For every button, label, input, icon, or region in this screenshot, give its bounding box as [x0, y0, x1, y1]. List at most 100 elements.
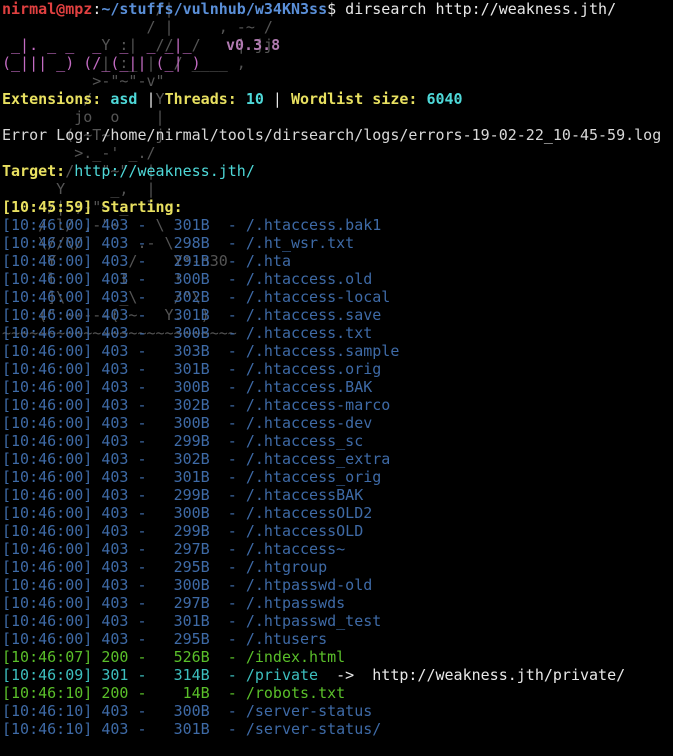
result-time: [10:46:00] [2, 558, 93, 576]
response-size: 300B [173, 414, 210, 432]
result-time: [10:46:00] [2, 540, 93, 558]
status-code: 403 [101, 396, 129, 414]
result-row: [10:46:00] 403 - 301B - /.htpasswd_test [2, 612, 382, 630]
result-time: [10:46:00] [2, 504, 93, 522]
dirsearch-logo-line1: _|. _ _ _ _ _ _|_ [2, 36, 228, 54]
status-code: 403 [101, 234, 129, 252]
response-size: 295B [173, 630, 210, 648]
result-row: [10:46:00] 403 - 300B - /.htaccess.old [2, 270, 373, 288]
result-row: [10:46:00] 403 - 301B - /.htaccess.save [2, 306, 382, 324]
result-row: [10:46:10] 403 - 301B - /server-status/ [2, 720, 382, 738]
response-size: 526B [173, 648, 210, 666]
result-row: [10:46:00] 403 - 299B - /.htaccessBAK [2, 486, 364, 504]
result-path: /server-status [245, 702, 373, 720]
status-code: 403 [101, 504, 129, 522]
result-row: [10:46:00] 403 - 302B - /.htaccess_extra [2, 450, 391, 468]
result-row: [10:46:10] 403 - 300B - /server-status [2, 702, 373, 720]
result-path: /.htaccess-local [245, 288, 391, 306]
response-size: 301B [173, 306, 210, 324]
status-code: 403 [101, 216, 129, 234]
response-size: 314B [173, 666, 210, 684]
status-code: 403 [101, 720, 129, 738]
config-sep-1: | [137, 90, 165, 108]
response-size: 300B [173, 504, 210, 522]
result-row: [10:46:00] 403 - 301B - /.htaccess.bak1 [2, 216, 382, 234]
result-time: [10:46:00] [2, 216, 93, 234]
status-code: 403 [101, 558, 129, 576]
target-url: http://weakness.jth/ [74, 162, 255, 180]
result-path: /index.html [245, 648, 346, 666]
result-path: /.htaccess.txt [245, 324, 373, 342]
result-path: /.htaccessBAK [245, 486, 364, 504]
response-size: 297B [173, 540, 210, 558]
result-row: [10:46:00] 403 - 295B - /.htusers [2, 630, 328, 648]
redirect-arrow: -> [318, 666, 373, 684]
response-size: 301B [173, 360, 210, 378]
result-path: /.htaccess.save [245, 306, 382, 324]
status-code: 403 [101, 594, 129, 612]
result-path: /server-status/ [245, 720, 382, 738]
status-code: 403 [101, 270, 129, 288]
result-time: [10:46:00] [2, 342, 93, 360]
result-path: /.htaccess.sample [245, 342, 400, 360]
result-row: [10:46:00] 403 - 301B - /.htaccess.orig [2, 360, 382, 378]
result-time: [10:46:00] [2, 450, 93, 468]
result-time: [10:46:00] [2, 234, 93, 252]
dirsearch-logo-line2: (_||| _) (/_(_|| (_| ) [2, 54, 228, 72]
result-time: [10:46:07] [2, 648, 93, 666]
result-time: [10:46:00] [2, 270, 93, 288]
status-code: 403 [101, 378, 129, 396]
result-time: [10:46:10] [2, 720, 93, 738]
status-code: 403 [101, 432, 129, 450]
response-size: 14B [182, 684, 210, 702]
status-code: 403 [101, 288, 129, 306]
result-row: [10:46:00] 403 - 300B - /.htaccess.BAK [2, 378, 373, 396]
result-path: /.htaccess-dev [245, 414, 373, 432]
error-log-line: Error Log: /home/nirmal/tools/dirsearch/… [2, 126, 662, 144]
result-time: [10:46:00] [2, 468, 93, 486]
status-code: 403 [101, 468, 129, 486]
extensions-label: Extensions: [2, 90, 102, 108]
result-row: [10:46:00] 403 - 300B - /.htaccess-dev [2, 414, 373, 432]
result-time: [10:46:00] [2, 432, 93, 450]
result-time: [10:46:09] [2, 666, 93, 684]
response-size: 298B [173, 234, 210, 252]
result-time: [10:46:00] [2, 630, 93, 648]
result-row: [10:46:00] 403 - 300B - /.htaccess.txt [2, 324, 373, 342]
result-row: [10:46:00] 403 - 303B - /.htaccess.sampl… [2, 342, 400, 360]
result-time: [10:46:10] [2, 684, 93, 702]
response-size: 300B [173, 378, 210, 396]
terminal-window[interactable]: /| / | , -~ / Y :| // / | jj | :_ | / __… [0, 0, 673, 756]
result-path: /.hta [245, 252, 291, 270]
config-line: Extensions: asd | Threads: 10 | Wordlist… [2, 90, 463, 108]
status-code: 403 [101, 324, 129, 342]
result-row: [10:46:00] 403 - 300B - /.htpasswd-old [2, 576, 373, 594]
result-time: [10:46:10] [2, 702, 93, 720]
status-code: 403 [101, 342, 129, 360]
result-time: [10:46:00] [2, 576, 93, 594]
response-size: 300B [173, 702, 210, 720]
status-code: 301 [101, 666, 129, 684]
target-label: Target: [2, 162, 66, 180]
status-code: 200 [101, 684, 129, 702]
prompt-path: ~/stuffs/vulnhub/w34KN3ss [101, 0, 328, 18]
response-size: 303B [173, 342, 210, 360]
status-code: 403 [101, 252, 129, 270]
redirect-target: http://weakness.jth/private/ [372, 666, 626, 684]
result-row: [10:46:00] 403 - 297B - /.htpasswds [2, 594, 346, 612]
result-path: /.htaccess-marco [245, 396, 391, 414]
result-path: /.htaccess_sc [245, 432, 364, 450]
prompt-dollar: $ [327, 0, 337, 18]
status-code: 403 [101, 522, 129, 540]
response-size: 302B [173, 450, 210, 468]
result-path: /.htaccess_orig [245, 468, 382, 486]
prompt-command: dirsearch http://weakness.jth/ [336, 0, 617, 18]
response-size: 302B [173, 396, 210, 414]
result-path: /.htaccess_extra [245, 450, 391, 468]
result-row: [10:46:00] 403 - 302B - /.htaccess-marco [2, 396, 391, 414]
status-code: 403 [101, 540, 129, 558]
result-time: [10:46:00] [2, 612, 93, 630]
result-row: [10:46:09] 301 - 314B - /private -> http… [2, 666, 626, 684]
response-size: 297B [173, 594, 210, 612]
response-size: 291B [173, 252, 210, 270]
